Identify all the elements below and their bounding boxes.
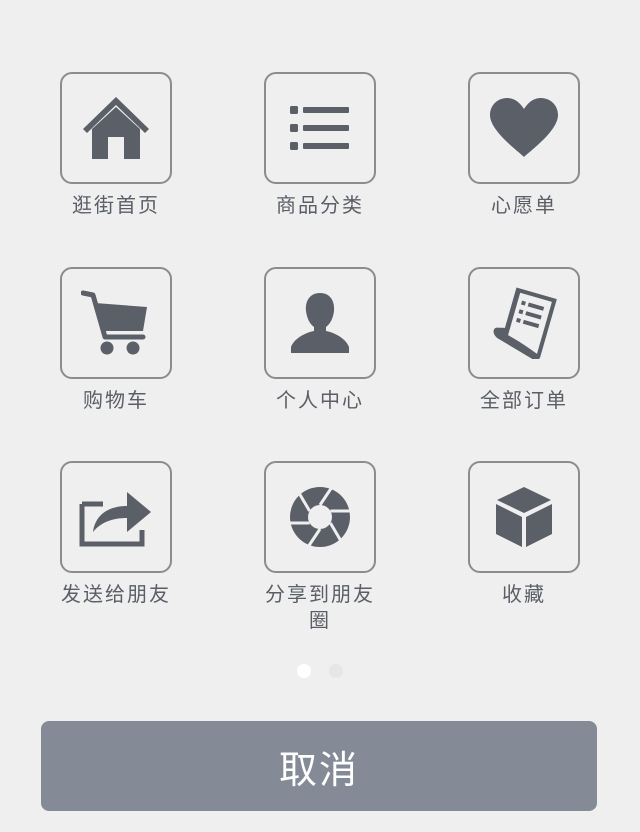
menu-item-label: 商品分类 [276, 193, 364, 217]
menu-item-favorites[interactable]: 收藏 [424, 461, 624, 607]
user-icon [291, 293, 349, 353]
menu-item-categories[interactable]: 商品分类 [220, 72, 420, 218]
menu-item-box[interactable] [264, 267, 376, 379]
menu-item-label: 全部订单 [480, 388, 568, 412]
menu-item-box[interactable] [60, 461, 172, 573]
menu-item-box[interactable] [468, 461, 580, 573]
menu-item-share-moments[interactable]: 分享到朋友圈 [220, 461, 420, 633]
receipt-icon [493, 287, 557, 359]
page-indicator [0, 664, 640, 678]
menu-item-label: 购物车 [83, 388, 149, 412]
share-icon [79, 492, 151, 547]
cancel-button[interactable]: 取消 [41, 721, 597, 811]
menu-item-profile[interactable]: 个人中心 [220, 267, 420, 413]
menu-item-wishlist[interactable]: 心愿单 [424, 72, 624, 218]
box-icon [496, 487, 552, 547]
menu-item-label: 分享到朋友圈 [265, 582, 375, 632]
menu-item-label: 心愿单 [491, 193, 557, 217]
page-dot-inactive[interactable] [329, 664, 343, 678]
menu-item-label: 发送给朋友 [61, 582, 171, 606]
menu-item-box[interactable] [264, 461, 376, 573]
home-icon [83, 97, 149, 159]
aperture-icon [289, 486, 351, 548]
menu-item-box[interactable] [264, 72, 376, 184]
menu-item-home[interactable]: 逛街首页 [16, 72, 216, 218]
menu-item-label: 逛街首页 [72, 193, 160, 217]
cart-icon [81, 290, 147, 355]
menu-item-orders[interactable]: 全部订单 [424, 267, 624, 413]
menu-item-cart[interactable]: 购物车 [16, 267, 216, 413]
menu-item-box[interactable] [60, 72, 172, 184]
menu-item-send-to-friend[interactable]: 发送给朋友 [16, 461, 216, 607]
menu-item-box[interactable] [468, 267, 580, 379]
menu-item-label: 收藏 [502, 582, 546, 606]
menu-item-label: 个人中心 [276, 388, 364, 412]
menu-item-box[interactable] [60, 267, 172, 379]
menu-item-box[interactable] [468, 72, 580, 184]
heart-icon [490, 98, 558, 157]
list-icon [290, 106, 349, 150]
page-dot-active[interactable] [297, 664, 311, 678]
